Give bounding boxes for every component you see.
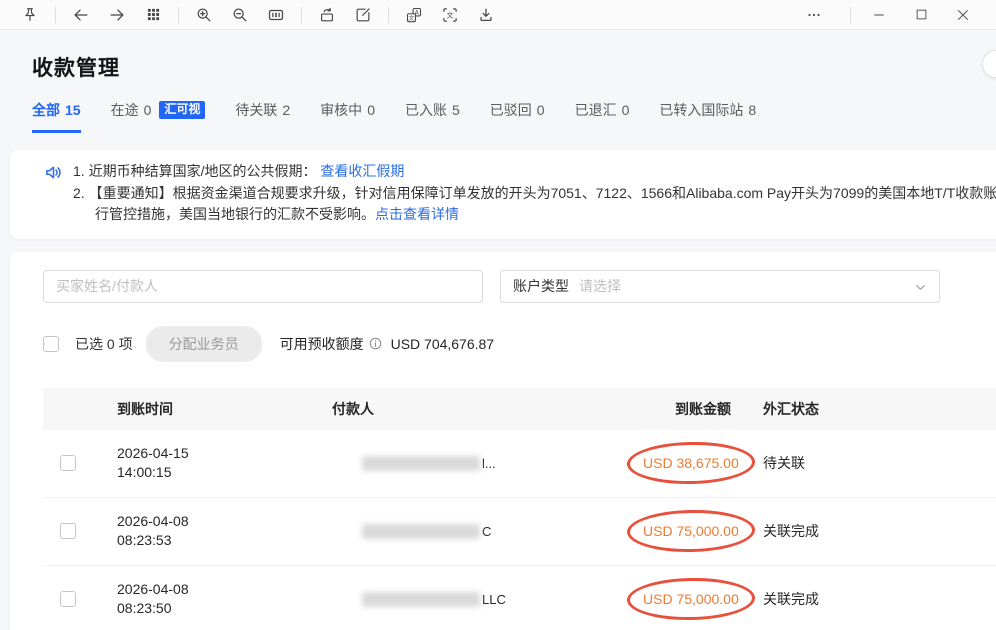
tab-all[interactable]: 全部15	[32, 100, 81, 133]
row-checkbox[interactable]	[60, 591, 76, 607]
select-all-checkbox[interactable]	[43, 336, 59, 352]
notice-card: 1. 近期币种结算国家/地区的公共假期： 查看收汇假期 2. 【重要通知】根据资…	[10, 150, 996, 239]
tab-under-review[interactable]: 审核中0	[320, 100, 375, 133]
arrival-time: 08:23:50	[117, 599, 332, 618]
close-icon[interactable]	[948, 2, 978, 28]
pin-icon[interactable]	[15, 2, 45, 28]
toolbar-divider	[301, 7, 302, 23]
arrival-time: 14:00:15	[117, 463, 332, 482]
more-icon[interactable]	[799, 2, 829, 28]
toolbar-divider	[178, 7, 179, 23]
ocr-select-icon[interactable]: 文	[435, 2, 465, 28]
forward-icon[interactable]	[102, 2, 132, 28]
payer-name-redacted	[362, 456, 480, 471]
chevron-down-icon	[913, 280, 928, 298]
arrival-amount: USD 75,000.00	[643, 591, 739, 607]
zoom-out-icon[interactable]	[225, 2, 255, 28]
payer-name-suffix: C	[482, 524, 491, 539]
arrival-time: 08:23:53	[117, 531, 332, 550]
red-circle-annotation: USD 75,000.00	[627, 509, 755, 553]
zoom-in-icon[interactable]	[189, 2, 219, 28]
row-checkbox[interactable]	[60, 455, 76, 471]
grid-apps-icon[interactable]	[138, 2, 168, 28]
hui-ke-shi-badge: 汇可视	[159, 101, 205, 118]
tab-credited[interactable]: 已入账5	[405, 100, 460, 133]
minimize-icon[interactable]	[864, 2, 894, 28]
col-header-payer: 付款人	[332, 399, 609, 419]
aspect-ratio-icon[interactable]	[261, 2, 291, 28]
page-title: 收款管理	[32, 52, 996, 82]
table-row: 2026-04-08 08:23:50 LLC USD 75,000.00 关联…	[43, 566, 996, 630]
selected-count-label: 已选 0 项	[75, 334, 133, 354]
back-icon[interactable]	[66, 2, 96, 28]
assign-salesperson-button[interactable]: 分配业务员	[146, 326, 262, 362]
col-header-amount: 到账金额	[675, 399, 761, 419]
holiday-link[interactable]: 查看收汇假期	[320, 163, 404, 179]
forex-status: 待关联	[761, 453, 996, 473]
notice-line-1: 1. 近期币种结算国家/地区的公共假期： 查看收汇假期	[73, 161, 996, 183]
tab-rejected[interactable]: 已驳回0	[490, 100, 545, 133]
toolbar-divider	[55, 7, 56, 23]
maximize-icon[interactable]	[906, 2, 936, 28]
info-icon[interactable]	[368, 336, 383, 351]
edit-icon[interactable]	[348, 2, 378, 28]
forex-status: 关联完成	[761, 521, 996, 541]
tab-returned[interactable]: 已退汇0	[575, 100, 630, 133]
arrival-amount: USD 38,675.00	[643, 455, 739, 471]
col-header-status: 外汇状态	[761, 399, 996, 419]
details-link[interactable]: 点击查看详情	[375, 206, 459, 222]
arrival-date: 2026-04-15	[117, 444, 332, 463]
download-icon[interactable]	[471, 2, 501, 28]
col-header-time: 到账时间	[117, 399, 332, 419]
tab-transferred-to-intl[interactable]: 已转入国际站8	[659, 100, 756, 133]
row-checkbox[interactable]	[60, 523, 76, 539]
megaphone-icon	[44, 163, 63, 226]
arrival-date: 2026-04-08	[117, 512, 332, 531]
toolbar-divider	[850, 7, 851, 23]
action-row: 已选 0 项 分配业务员 可用预收额度 USD 704,676.87	[43, 326, 996, 362]
payer-name-redacted	[362, 592, 480, 607]
table-header-row: 到账时间 付款人 到账金额 外汇状态	[43, 388, 996, 430]
arrival-amount: USD 75,000.00	[643, 523, 739, 539]
quota-label: 可用预收额度	[280, 334, 364, 354]
tab-pending-link[interactable]: 待关联2	[235, 100, 290, 133]
translate-icon[interactable]: A文	[399, 2, 429, 28]
red-circle-annotation: USD 75,000.00	[627, 577, 755, 621]
svg-text:文: 文	[447, 10, 454, 19]
available-quota: 可用预收额度 USD 704,676.87	[280, 334, 495, 354]
account-type-select[interactable]: 账户类型 请选择	[500, 270, 940, 303]
notice-line-3: 行管控措施，美国当地银行的汇款不受影响。点击查看详情	[73, 204, 996, 226]
main-content-card: 账户类型 请选择 已选 0 项 分配业务员 可用预收额度 USD 704,676…	[10, 252, 996, 630]
forex-status: 关联完成	[761, 589, 996, 609]
payer-name-suffix: l...	[482, 456, 496, 471]
toolbar-divider	[388, 7, 389, 23]
filter-row: 账户类型 请选择	[43, 270, 996, 303]
table-row: 2026-04-15 14:00:15 l... USD 38,675.00 待…	[43, 430, 996, 498]
rotate-frame-icon[interactable]	[312, 2, 342, 28]
arrival-date: 2026-04-08	[117, 580, 332, 599]
red-circle-annotation: USD 38,675.00	[627, 441, 755, 485]
table-row: 2026-04-08 08:23:53 C USD 75,000.00 关联完成	[43, 498, 996, 566]
tab-bar: 全部15 在途0 汇可视 待关联2 审核中0 已入账5 已驳回0 已退汇0 已转…	[32, 100, 996, 133]
payer-name-suffix: LLC	[482, 592, 506, 607]
tab-in-transit[interactable]: 在途0 汇可视	[111, 100, 206, 133]
window-toolbar: A文 文	[0, 0, 996, 30]
payer-name-redacted	[362, 524, 480, 539]
svg-text:文: 文	[409, 13, 415, 21]
payments-table: 到账时间 付款人 到账金额 外汇状态 2026-04-15 14:00:15 l…	[43, 388, 996, 630]
notice-line-2: 2. 【重要通知】根据资金渠道合规要求升级，针对信用保障订单发放的开头为7051…	[73, 183, 996, 205]
payer-search-input[interactable]	[43, 270, 483, 303]
quota-value: USD 704,676.87	[391, 336, 495, 352]
